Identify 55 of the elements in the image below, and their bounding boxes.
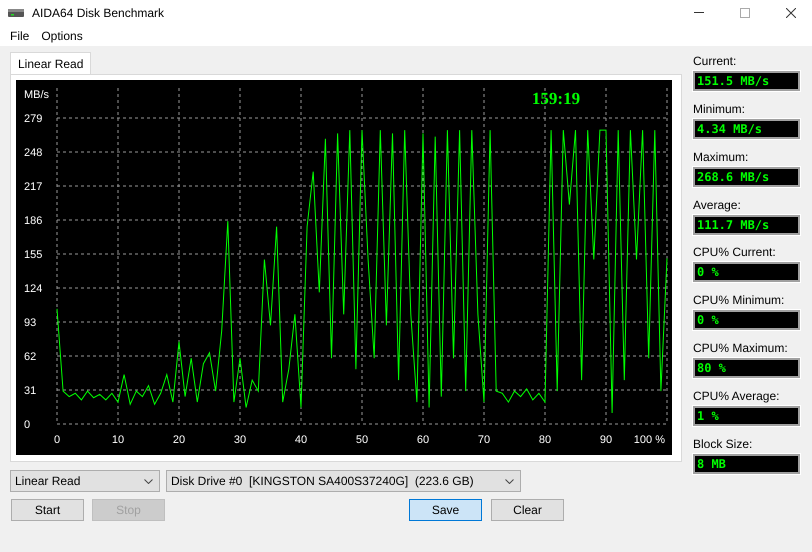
stat-value: 80 % — [693, 358, 800, 378]
tick-label: 186 — [24, 215, 42, 227]
tick-label: 60 — [416, 434, 430, 446]
tick-label: 20 — [172, 434, 186, 446]
stat-value: 4.34 MB/s — [693, 119, 800, 139]
stat-label: Minimum: — [693, 102, 746, 117]
tick-label: 100 % — [634, 434, 665, 446]
stat-value: 111.7 MB/s — [693, 215, 800, 235]
tick-label: 50 — [356, 434, 368, 446]
stat-label: Average: — [693, 198, 742, 213]
stat-label: Current: — [693, 54, 738, 69]
tick-label: 90 — [600, 434, 612, 446]
stat-value: 0 % — [693, 262, 800, 282]
tick-label: 70 — [478, 434, 490, 446]
stat-value: 151.5 MB/s — [693, 71, 800, 91]
window-title: AIDA64 Disk Benchmark — [32, 6, 164, 20]
stat-value: 8 MB — [693, 454, 800, 474]
dropdown[interactable]: Disk Drive #0 [KINGSTON SA400S37240G] (223.6 GB) — [166, 470, 521, 492]
chevron-icon — [144, 478, 153, 484]
tick-label: 10 — [112, 434, 124, 446]
stat-label: CPU% Current: — [693, 245, 777, 260]
stat-value: 1 % — [693, 406, 800, 426]
stat-value: 268.6 MB/s — [693, 167, 800, 187]
tick-label: 30 — [234, 434, 246, 446]
chevron-icon — [505, 478, 514, 484]
tick-label: 40 — [294, 434, 308, 446]
stat-label: CPU% Maximum: — [693, 341, 789, 356]
stat-label: CPU% Minimum: — [693, 293, 786, 308]
stat-label: Maximum: — [693, 150, 750, 165]
tick-label: 62 — [24, 351, 36, 363]
axis-label: MB/s — [24, 89, 50, 101]
dropdown[interactable]: Linear Read — [10, 470, 160, 492]
tick-label: 248 — [24, 147, 42, 159]
tab[interactable]: Linear Read — [10, 52, 92, 74]
close-icon[interactable] — [786, 8, 796, 18]
action-button[interactable]: Save — [409, 499, 482, 521]
drive-icon — [8, 8, 24, 18]
tick-label: 93 — [24, 317, 36, 329]
minimize-icon[interactable] — [694, 12, 704, 14]
tick-label: 0 — [24, 419, 30, 431]
menu-item[interactable]: Options — [41, 29, 83, 43]
tick-label: 217 — [24, 181, 42, 193]
elapsed-time: 159:19 — [532, 89, 580, 108]
tick-label: 279 — [24, 113, 42, 125]
tick-label: 31 — [24, 385, 36, 397]
tick-label: 0 — [54, 434, 60, 446]
action-button[interactable]: Clear — [491, 499, 564, 521]
stat-label: Block Size: — [693, 437, 754, 452]
tick-label: 155 — [24, 249, 42, 261]
tick-label: 124 — [24, 283, 42, 295]
stat-value: 0 % — [693, 310, 800, 330]
action-button[interactable]: Start — [11, 499, 84, 521]
stat-label: CPU% Average: — [693, 389, 780, 404]
menu-item[interactable]: File — [10, 29, 30, 43]
tick-label: 80 — [538, 434, 552, 446]
